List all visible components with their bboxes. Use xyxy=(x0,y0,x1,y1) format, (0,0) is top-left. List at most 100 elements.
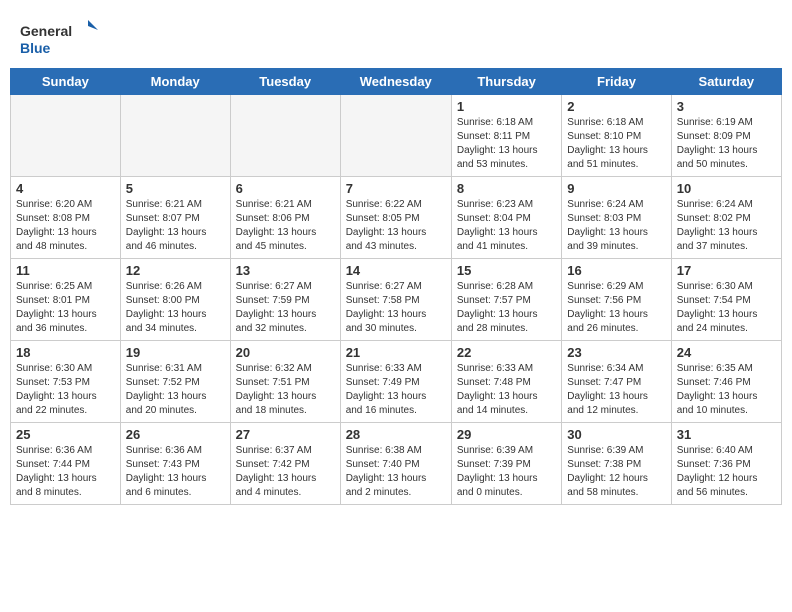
calendar-cell: 8 Sunrise: 6:23 AM Sunset: 8:04 PM Daylig… xyxy=(451,177,561,259)
day-header-monday: Monday xyxy=(120,69,230,95)
calendar-cell: 29Sunrise: 6:39 AM Sunset: 7:39 PM Dayli… xyxy=(451,423,561,505)
day-number: 2 xyxy=(567,99,665,114)
calendar-week-4: 25Sunrise: 6:36 AM Sunset: 7:44 PM Dayli… xyxy=(11,423,782,505)
calendar-cell: 16Sunrise: 6:29 AM Sunset: 7:56 PM Dayli… xyxy=(562,259,671,341)
day-info: Sunrise: 6:32 AM Sunset: 7:51 PM Dayligh… xyxy=(236,362,335,418)
header: General Blue xyxy=(10,10,782,62)
day-info: Sunrise: 6:18 AM Sunset: 8:10 PM Dayligh… xyxy=(567,116,665,172)
day-info: Sunrise: 6:20 AM Sunset: 8:08 PM Dayligh… xyxy=(16,198,115,254)
day-info: Sunrise: 6:31 AM Sunset: 7:52 PM Dayligh… xyxy=(126,362,225,418)
day-number: 1 xyxy=(457,99,556,114)
day-number: 27 xyxy=(236,427,335,442)
day-info: Sunrise: 6:33 AM Sunset: 7:49 PM Dayligh… xyxy=(346,362,446,418)
calendar-cell: 7 Sunrise: 6:22 AM Sunset: 8:05 PM Daylig… xyxy=(340,177,451,259)
day-number: 11 xyxy=(16,263,115,278)
day-number: 22 xyxy=(457,345,556,360)
svg-text:General: General xyxy=(20,23,72,39)
calendar-week-3: 18Sunrise: 6:30 AM Sunset: 7:53 PM Dayli… xyxy=(11,341,782,423)
day-info: Sunrise: 6:35 AM Sunset: 7:46 PM Dayligh… xyxy=(677,362,776,418)
day-header-tuesday: Tuesday xyxy=(230,69,340,95)
day-info: Sunrise: 6:33 AM Sunset: 7:48 PM Dayligh… xyxy=(457,362,556,418)
day-number: 3 xyxy=(677,99,776,114)
day-header-friday: Friday xyxy=(562,69,671,95)
calendar-cell xyxy=(120,95,230,177)
day-number: 5 xyxy=(126,181,225,196)
day-info: Sunrise: 6:22 AM Sunset: 8:05 PM Dayligh… xyxy=(346,198,446,254)
day-info: Sunrise: 6:27 AM Sunset: 7:58 PM Dayligh… xyxy=(346,280,446,336)
calendar-cell: 11 Sunrise: 6:25 AM Sunset: 8:01 PM Dayli… xyxy=(11,259,121,341)
day-number: 29 xyxy=(457,427,556,442)
day-info: Sunrise: 6:37 AM Sunset: 7:42 PM Dayligh… xyxy=(236,444,335,500)
calendar-cell: 14Sunrise: 6:27 AM Sunset: 7:58 PM Dayli… xyxy=(340,259,451,341)
calendar-cell xyxy=(340,95,451,177)
day-number: 30 xyxy=(567,427,665,442)
calendar-cell: 6 Sunrise: 6:21 AM Sunset: 8:06 PM Daylig… xyxy=(230,177,340,259)
day-number: 31 xyxy=(677,427,776,442)
calendar-cell: 1Sunrise: 6:18 AM Sunset: 8:11 PM Daylig… xyxy=(451,95,561,177)
day-info: Sunrise: 6:36 AM Sunset: 7:43 PM Dayligh… xyxy=(126,444,225,500)
day-number: 6 xyxy=(236,181,335,196)
day-info: Sunrise: 6:38 AM Sunset: 7:40 PM Dayligh… xyxy=(346,444,446,500)
calendar-cell: 22 Sunrise: 6:33 AM Sunset: 7:48 PM Dayli… xyxy=(451,341,561,423)
day-info: Sunrise: 6:19 AM Sunset: 8:09 PM Dayligh… xyxy=(677,116,776,172)
day-info: Sunrise: 6:24 AM Sunset: 8:03 PM Dayligh… xyxy=(567,198,665,254)
day-number: 28 xyxy=(346,427,446,442)
day-info: Sunrise: 6:30 AM Sunset: 7:53 PM Dayligh… xyxy=(16,362,115,418)
day-number: 15 xyxy=(457,263,556,278)
day-info: Sunrise: 6:34 AM Sunset: 7:47 PM Dayligh… xyxy=(567,362,665,418)
day-info: Sunrise: 6:25 AM Sunset: 8:01 PM Dayligh… xyxy=(16,280,115,336)
calendar-cell xyxy=(11,95,121,177)
day-header-sunday: Sunday xyxy=(11,69,121,95)
calendar-week-2: 11 Sunrise: 6:25 AM Sunset: 8:01 PM Dayli… xyxy=(11,259,782,341)
calendar-cell: 26 Sunrise: 6:36 AM Sunset: 7:43 PM Dayli… xyxy=(120,423,230,505)
day-info: Sunrise: 6:23 AM Sunset: 8:04 PM Dayligh… xyxy=(457,198,556,254)
day-info: Sunrise: 6:39 AM Sunset: 7:38 PM Dayligh… xyxy=(567,444,665,500)
calendar-cell: 31Sunrise: 6:40 AM Sunset: 7:36 PM Dayli… xyxy=(671,423,781,505)
svg-text:Blue: Blue xyxy=(20,40,51,56)
calendar-cell: 18Sunrise: 6:30 AM Sunset: 7:53 PM Dayli… xyxy=(11,341,121,423)
day-header-thursday: Thursday xyxy=(451,69,561,95)
day-number: 24 xyxy=(677,345,776,360)
calendar-week-0: 1Sunrise: 6:18 AM Sunset: 8:11 PM Daylig… xyxy=(11,95,782,177)
calendar-cell: 2 Sunrise: 6:18 AM Sunset: 8:10 PM Daylig… xyxy=(562,95,671,177)
day-info: Sunrise: 6:26 AM Sunset: 8:00 PM Dayligh… xyxy=(126,280,225,336)
calendar-cell: 15 Sunrise: 6:28 AM Sunset: 7:57 PM Dayli… xyxy=(451,259,561,341)
day-info: Sunrise: 6:30 AM Sunset: 7:54 PM Dayligh… xyxy=(677,280,776,336)
logo-svg: General Blue xyxy=(20,18,100,58)
day-number: 20 xyxy=(236,345,335,360)
calendar-cell: 5Sunrise: 6:21 AM Sunset: 8:07 PM Daylig… xyxy=(120,177,230,259)
calendar-cell: 17Sunrise: 6:30 AM Sunset: 7:54 PM Dayli… xyxy=(671,259,781,341)
day-info: Sunrise: 6:24 AM Sunset: 8:02 PM Dayligh… xyxy=(677,198,776,254)
calendar-cell: 9 Sunrise: 6:24 AM Sunset: 8:03 PM Daylig… xyxy=(562,177,671,259)
calendar-cell: 21 Sunrise: 6:33 AM Sunset: 7:49 PM Dayli… xyxy=(340,341,451,423)
calendar-cell: 28 Sunrise: 6:38 AM Sunset: 7:40 PM Dayli… xyxy=(340,423,451,505)
day-number: 10 xyxy=(677,181,776,196)
logo: General Blue xyxy=(20,18,100,58)
calendar-cell: 19 Sunrise: 6:31 AM Sunset: 7:52 PM Dayli… xyxy=(120,341,230,423)
day-number: 13 xyxy=(236,263,335,278)
calendar-cell: 12 Sunrise: 6:26 AM Sunset: 8:00 PM Dayli… xyxy=(120,259,230,341)
calendar-cell: 24 Sunrise: 6:35 AM Sunset: 7:46 PM Dayli… xyxy=(671,341,781,423)
calendar-cell: 10 Sunrise: 6:24 AM Sunset: 8:02 PM Dayli… xyxy=(671,177,781,259)
calendar-cell: 27 Sunrise: 6:37 AM Sunset: 7:42 PM Dayli… xyxy=(230,423,340,505)
day-info: Sunrise: 6:27 AM Sunset: 7:59 PM Dayligh… xyxy=(236,280,335,336)
day-number: 26 xyxy=(126,427,225,442)
day-header-saturday: Saturday xyxy=(671,69,781,95)
calendar-cell: 20 Sunrise: 6:32 AM Sunset: 7:51 PM Dayli… xyxy=(230,341,340,423)
day-number: 4 xyxy=(16,181,115,196)
day-number: 19 xyxy=(126,345,225,360)
day-number: 16 xyxy=(567,263,665,278)
calendar-week-1: 4 Sunrise: 6:20 AM Sunset: 8:08 PM Daylig… xyxy=(11,177,782,259)
day-number: 8 xyxy=(457,181,556,196)
calendar-cell: 25Sunrise: 6:36 AM Sunset: 7:44 PM Dayli… xyxy=(11,423,121,505)
calendar-cell xyxy=(230,95,340,177)
day-number: 12 xyxy=(126,263,225,278)
day-number: 21 xyxy=(346,345,446,360)
calendar-cell: 23Sunrise: 6:34 AM Sunset: 7:47 PM Dayli… xyxy=(562,341,671,423)
day-number: 25 xyxy=(16,427,115,442)
day-info: Sunrise: 6:28 AM Sunset: 7:57 PM Dayligh… xyxy=(457,280,556,336)
day-info: Sunrise: 6:21 AM Sunset: 8:06 PM Dayligh… xyxy=(236,198,335,254)
day-number: 9 xyxy=(567,181,665,196)
calendar-cell: 30 Sunrise: 6:39 AM Sunset: 7:38 PM Dayli… xyxy=(562,423,671,505)
day-number: 7 xyxy=(346,181,446,196)
